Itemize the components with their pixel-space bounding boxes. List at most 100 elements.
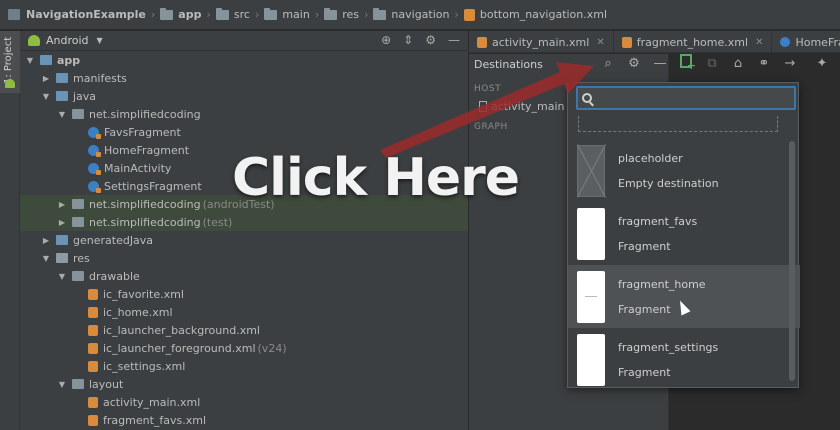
xml-file-icon [88,360,98,372]
tree-item[interactable]: ▶ net.simplifiedcoding (test) [20,213,468,231]
collapse-all-icon[interactable]: ⇕ [403,33,413,47]
folder-icon [215,7,229,20]
breadcrumb-label: res [342,8,360,21]
close-icon[interactable]: ✕ [596,37,604,48]
popup-scrollbar[interactable] [789,141,795,381]
close-icon[interactable]: ✕ [755,37,763,48]
tree-item[interactable]: ic_launcher_background.xml [20,321,468,339]
destination-search-input[interactable] [576,86,796,110]
editor-tab[interactable]: HomeFragment. [772,31,840,52]
nav-editor-toolbar: ⌕ ⚙ — ⧉ ⌂ ⚭ → ✦ [590,52,840,74]
package-icon [72,109,84,119]
minimize-icon[interactable]: — [448,33,460,47]
tree-item-label: ic_launcher_foreground.xml [103,341,256,355]
xml-file-icon [88,396,98,408]
class-icon [88,126,101,139]
new-destination-button[interactable] [678,54,696,72]
tree-item[interactable]: ▼ layout [20,375,468,393]
destination-item[interactable]: placeholder Empty destination [568,139,800,202]
tree-item-label: manifests [73,71,127,85]
destination-type: Fragment [618,239,671,253]
minimize-icon[interactable]: — [652,56,668,71]
breadcrumb-label: src [233,8,250,21]
expand-arrow-icon[interactable]: ▼ [24,56,36,65]
folder-icon [160,7,174,20]
tree-item[interactable]: ic_settings.xml [20,357,468,375]
folder-icon [72,271,84,281]
project-view-selector[interactable]: Android ▼ ⊕ ⇕ ⚙ — [20,31,468,51]
destination-text: fragment_home Fragment [618,278,706,316]
tree-item[interactable]: fragment_favs.xml [20,411,468,429]
destination-type: Empty destination [618,176,719,190]
folder-icon [56,235,68,245]
editor-tab[interactable]: fragment_home.xml ✕ [614,31,773,52]
gear-icon[interactable]: ⚙ [425,33,436,47]
breadcrumb-item[interactable]: navigation [373,0,450,29]
search-icon[interactable]: ⌕ [600,56,616,71]
expand-arrow-icon[interactable]: ▼ [56,272,68,281]
tree-item-label: HomeFragment [104,143,190,157]
new-destination-popup: placeholder Empty destination fragment_fav… [567,82,800,391]
tree-item[interactable]: ic_home.xml [20,303,468,321]
breadcrumb-label: app [178,8,202,21]
expand-arrow-icon[interactable]: ▼ [56,380,68,389]
destination-item[interactable]: fragment_settings Fragment [568,328,800,391]
destination-item[interactable]: fragment_home Fragment [568,265,800,328]
project-icon [8,9,20,20]
tree-item-label: generatedJava [73,233,154,247]
collapse-arrow-icon[interactable]: ▶ [40,236,52,245]
folder-icon [56,91,68,101]
scroll-from-source-icon[interactable]: ⊕ [381,33,391,47]
breadcrumb-item[interactable]: bottom_navigation.xml [463,0,608,29]
collapse-arrow-icon[interactable]: ▶ [40,74,52,83]
editor-tab-label: fragment_home.xml [636,35,749,49]
folder-icon [373,7,387,20]
tree-item[interactable]: ic_launcher_foreground.xml (v24) [20,339,468,357]
project-view-label: Android [46,34,89,47]
nested-graph-icon[interactable]: ⧉ [704,56,720,71]
home-icon[interactable]: ⌂ [730,56,746,71]
chevron-right-icon: › [254,8,260,21]
expand-arrow-icon[interactable]: ▼ [40,92,52,101]
expand-arrow-icon[interactable]: ▼ [56,110,68,119]
tree-item[interactable]: ▼ drawable [20,267,468,285]
tree-item[interactable]: ▶ generatedJava [20,231,468,249]
tree-item-label: fragment_favs.xml [103,413,207,427]
arrow-right-icon[interactable]: → [782,56,798,71]
xml-file-icon [88,342,98,354]
tree-item-label: drawable [89,269,140,283]
breadcrumb-label: NavigationExample [26,8,146,21]
click-here-overlay: Click Here [232,148,520,208]
collapse-arrow-icon[interactable]: ▶ [56,200,68,209]
destination-name: placeholder [618,151,683,165]
tree-item[interactable]: activity_main.xml [20,393,468,411]
destination-type: Fragment [618,365,671,379]
arrow-shape [380,62,594,158]
expand-arrow-icon[interactable]: ▼ [40,254,52,263]
destination-text: placeholder Empty destination [618,152,719,190]
tool-window-strip: 1: Project [0,31,20,430]
breadcrumb-item[interactable]: res [324,0,360,29]
tree-item-label: activity_main.xml [103,395,201,409]
project-tool-window-tab[interactable]: 1: Project [0,31,20,93]
breadcrumb-item[interactable]: main [264,0,310,29]
tree-item[interactable]: ic_favorite.xml [20,285,468,303]
collapse-arrow-icon[interactable]: ▶ [56,218,68,227]
breadcrumb-item[interactable]: app [160,0,202,29]
xml-file-icon [463,8,475,21]
breadcrumb-item[interactable]: src [215,0,250,29]
tree-item[interactable]: ▼ res [20,249,468,267]
tree-item-label: app [57,53,81,67]
tree-item-label: net.simplifiedcoding [89,215,201,229]
destination-thumbnail [577,270,605,323]
new-destination-icon [680,54,696,72]
breadcrumb-label: bottom_navigation.xml [479,8,608,21]
destination-text: fragment_settings Fragment [618,341,718,379]
destination-thumbnail [577,207,605,260]
destination-item[interactable]: fragment_favs Fragment [568,202,800,265]
auto-arrange-icon[interactable]: ✦ [814,56,830,71]
gear-icon[interactable]: ⚙ [626,56,642,71]
breadcrumb-item[interactable]: NavigationExample [8,0,146,29]
thumbnail-content [585,295,597,297]
link-icon[interactable]: ⚭ [756,56,772,71]
